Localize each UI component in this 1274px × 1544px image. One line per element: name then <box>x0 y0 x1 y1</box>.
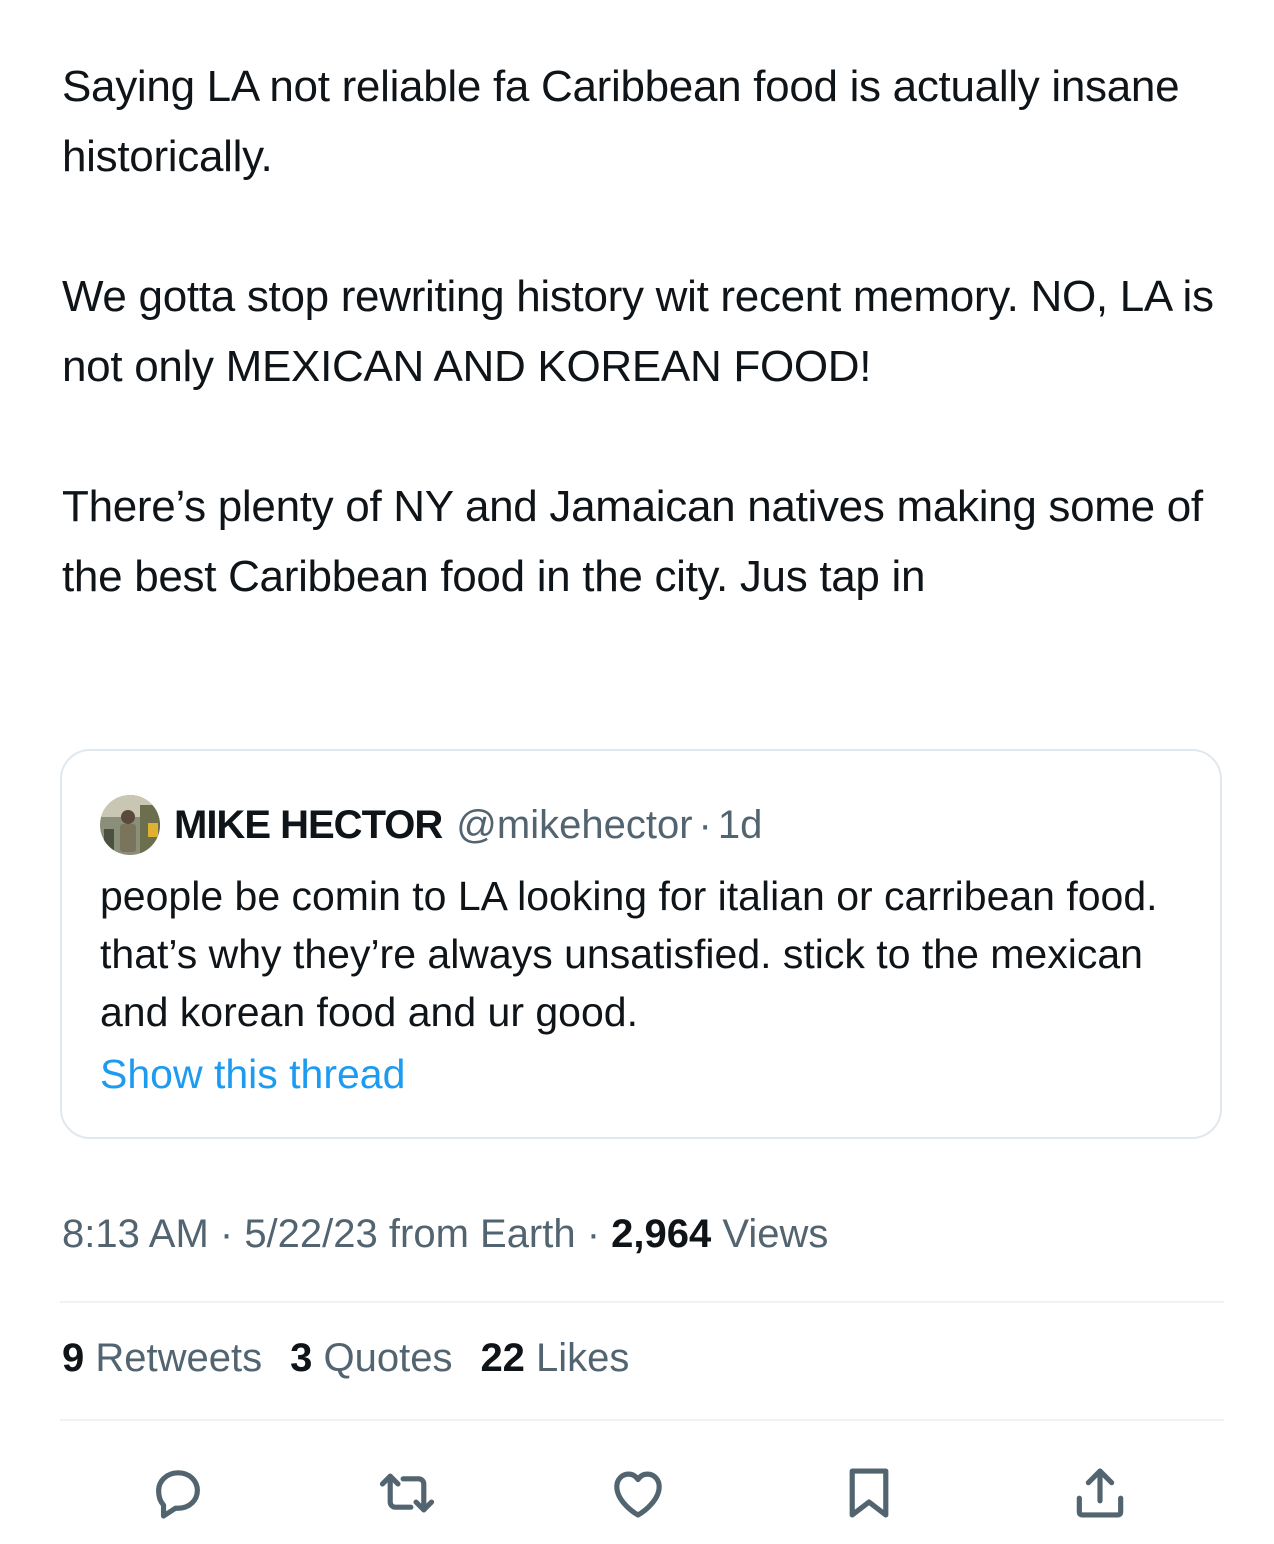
tweet-paragraph-3: There’s plenty of NY and Jamaican native… <box>62 482 1203 601</box>
user-avatar-photo-icon <box>100 795 160 855</box>
reply-button[interactable] <box>133 1448 223 1538</box>
likes-label: Likes <box>524 1336 630 1380</box>
quoted-separator: · <box>698 802 712 847</box>
quotes-count: 3 <box>290 1336 313 1380</box>
divider <box>60 1301 1224 1303</box>
avatar[interactable] <box>100 795 160 855</box>
tweet-date[interactable]: 5/22/23 <box>244 1212 377 1256</box>
tweet-body: Saying LA not reliable fa Caribbean food… <box>62 52 1224 612</box>
retweets-stat[interactable]: 9 Retweets <box>62 1336 262 1381</box>
retweets-count: 9 <box>62 1336 85 1380</box>
likes-stat[interactable]: 22 Likes <box>480 1336 629 1381</box>
tweet-time[interactable]: 8:13 AM <box>62 1212 209 1256</box>
likes-count: 22 <box>480 1336 525 1380</box>
quotes-stat[interactable]: 3 Quotes <box>290 1336 452 1381</box>
meta-separator-1: · <box>208 1212 245 1256</box>
quotes-label: Quotes <box>312 1336 453 1380</box>
like-button[interactable] <box>593 1448 683 1538</box>
quoted-tweet-header: MIKE HECTOR @mikehector · 1d <box>100 795 762 855</box>
share-button[interactable] <box>1055 1448 1145 1538</box>
views-label: Views <box>711 1212 829 1256</box>
share-icon <box>1076 1468 1124 1518</box>
tweet-text: Saying LA not reliable fa Caribbean food… <box>62 52 1224 612</box>
tweet-paragraph-2: We gotta stop rewriting history wit rece… <box>62 272 1214 391</box>
quoted-author-handle[interactable]: @mikehector <box>456 803 692 848</box>
retweet-icon <box>379 1473 435 1513</box>
quoted-timestamp[interactable]: 1d <box>718 803 763 848</box>
reply-icon <box>156 1470 200 1519</box>
retweet-button[interactable] <box>362 1448 452 1538</box>
meta-separator-2: · <box>575 1212 612 1256</box>
tweet-action-bar <box>0 1448 1274 1538</box>
bookmark-icon <box>849 1468 889 1518</box>
quoted-author-name[interactable]: MIKE HECTOR <box>174 803 443 848</box>
divider <box>60 1419 1224 1421</box>
tweet-paragraph-1: Saying LA not reliable fa Caribbean food… <box>62 62 1180 181</box>
tweet-source: from Earth <box>377 1212 576 1256</box>
quoted-tweet-card[interactable]: MIKE HECTOR @mikehector · 1d people be c… <box>60 749 1222 1139</box>
tweet-metadata: 8:13 AM · 5/22/23 from Earth · 2,964 Vie… <box>62 1212 828 1257</box>
show-thread-link[interactable]: Show this thread <box>100 1051 405 1098</box>
like-icon <box>614 1471 662 1518</box>
bookmark-button[interactable] <box>824 1448 914 1538</box>
tweet-stats: 9 Retweets 3 Quotes 22 Likes <box>62 1336 657 1381</box>
views-count: 2,964 <box>611 1212 712 1256</box>
quoted-tweet-text: people be comin to LA looking for italia… <box>100 873 1158 1035</box>
retweets-label: Retweets <box>84 1336 263 1380</box>
